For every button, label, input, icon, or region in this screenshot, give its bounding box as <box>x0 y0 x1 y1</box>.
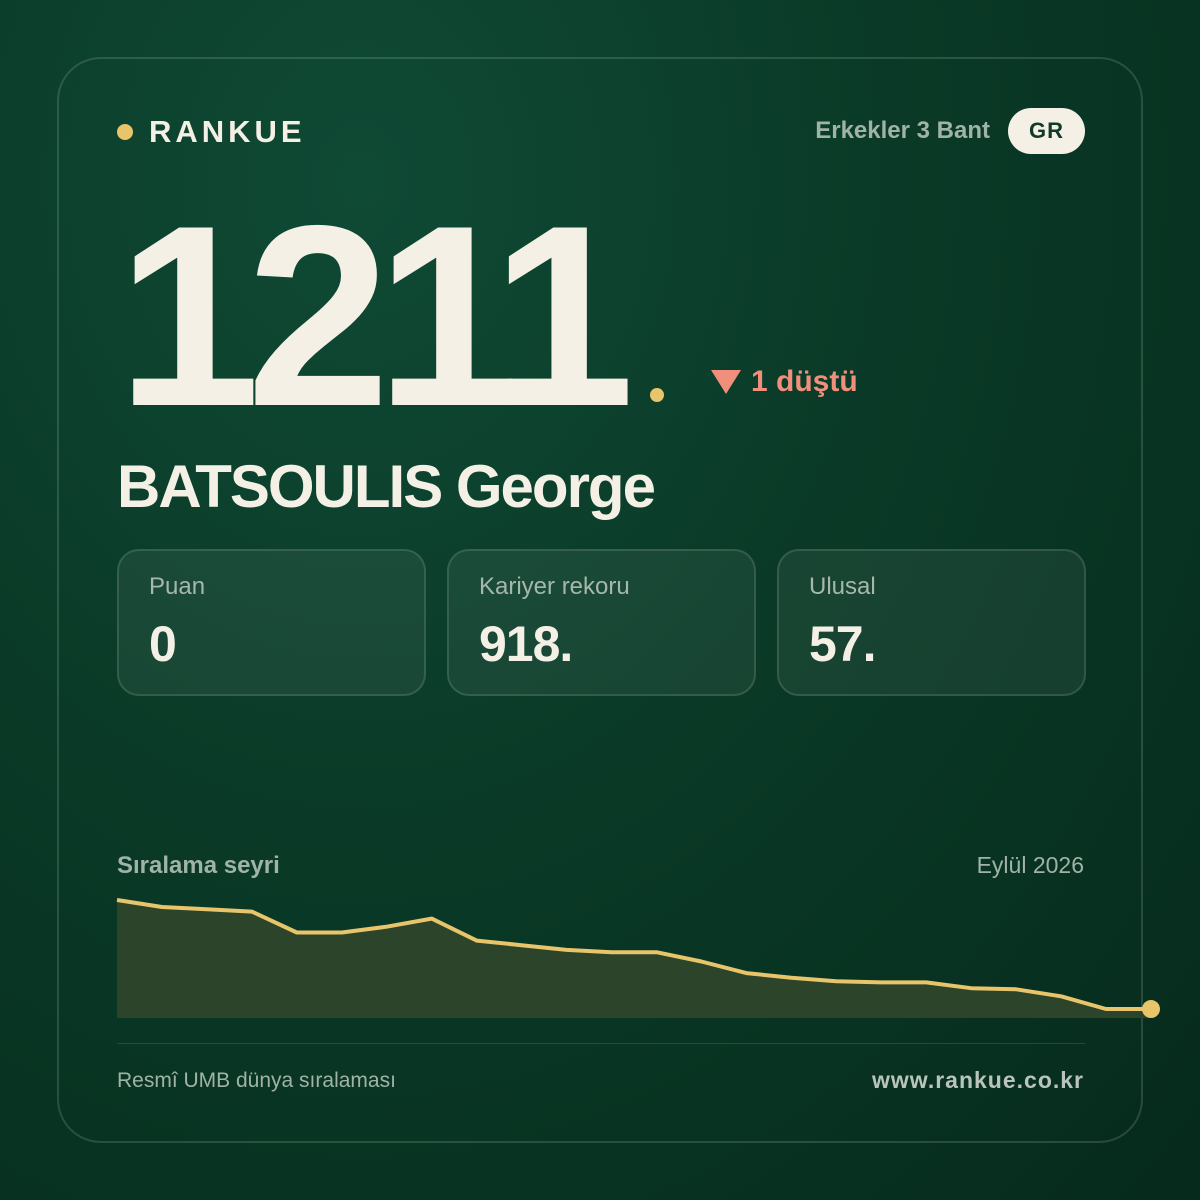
country-badge: GR <box>1008 108 1085 154</box>
brand: RANKUE <box>117 114 306 150</box>
footer-source: Resmî UMB dünya sıralaması <box>117 1069 396 1092</box>
brand-dot-icon <box>117 124 133 140</box>
trend-date: Eylül 2026 <box>976 852 1084 878</box>
brand-name: RANKUE <box>149 114 306 149</box>
trend-area <box>117 900 1151 1018</box>
category-header: Erkekler 3 Bant GR <box>815 108 1085 154</box>
rank-change-text: 1 düştü <box>751 365 858 398</box>
rank-number: 1211 <box>117 171 635 460</box>
stats-row: Puan 0 Kariyer rekoru 918. Ulusal 57. <box>117 549 1086 696</box>
category-label: Erkekler 3 Bant <box>815 117 990 144</box>
rank-dot-icon <box>650 388 664 402</box>
trend-title: Sıralama seyri <box>117 852 280 879</box>
footer-website: www.rankue.co.kr <box>872 1067 1084 1093</box>
stat-value: 0 <box>149 616 177 672</box>
rank-change: 1 düştü <box>711 365 858 399</box>
stat-label: Kariyer rekoru <box>479 573 630 600</box>
stat-box-points: Puan 0 <box>117 549 426 696</box>
stat-label: Puan <box>149 573 206 600</box>
stat-value: 57. <box>809 616 877 672</box>
stat-box-career-record: Kariyer rekoru 918. <box>447 549 756 696</box>
stat-value: 918. <box>479 616 573 672</box>
trend-end-point <box>1142 1000 1160 1019</box>
footer-divider <box>117 1043 1085 1044</box>
triangle-down-icon <box>711 370 741 394</box>
trend-chart <box>116 898 1160 1019</box>
player-name: BATSOULIS George <box>117 453 656 520</box>
ranking-card: RANKUE Erkekler 3 Bant GR 1211 1 düştü B… <box>57 57 1160 1143</box>
stat-label: Ulusal <box>809 573 876 600</box>
stat-box-national: Ulusal 57. <box>777 549 1086 696</box>
